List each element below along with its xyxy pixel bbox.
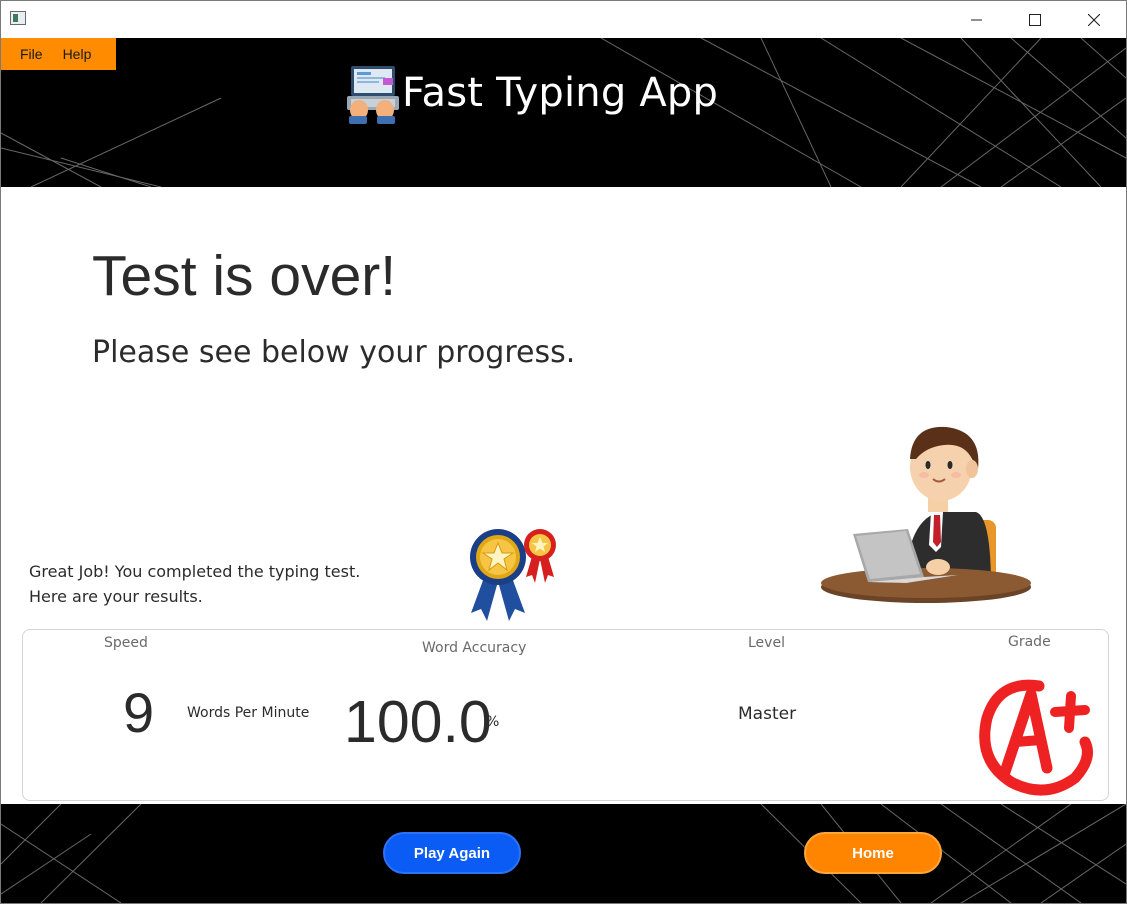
app-window: File Help Fast Typing App Test is over! … [0,0,1127,904]
man-at-laptop-illustration [821,426,1031,603]
close-button[interactable] [1065,1,1123,38]
minimize-icon [971,19,982,20]
speed-value: 9 [123,681,155,744]
level-label: Level [748,635,785,651]
window-app-icon [10,11,26,25]
header-banner: File Help Fast Typing App [1,38,1126,187]
footer-bar: Play Again Home [1,804,1126,903]
minimize-button[interactable] [948,1,1006,38]
title-bar [1,1,1126,38]
menu-file[interactable]: File [1,46,53,62]
menu-help[interactable]: Help [53,46,102,62]
close-icon [1088,13,1100,26]
footer-background-lines [1,804,1126,903]
typing-laptop-icon [347,66,399,124]
congrats-message: Great Job! You completed the typing test… [29,559,360,609]
maximize-icon [1029,13,1041,26]
page-title: Test is over! [92,244,397,308]
results-page: Test is over! Please see below your prog… [1,187,1126,804]
grade-label: Grade [1008,634,1051,650]
award-ribbon-icon [470,529,556,621]
play-again-button[interactable]: Play Again [383,832,521,874]
page-subtitle: Please see below your progress. [92,335,576,370]
menu-bar: File Help [1,38,116,70]
app-title: Fast Typing App [402,70,719,116]
home-button[interactable]: Home [804,832,942,874]
maximize-button[interactable] [1006,1,1064,38]
accuracy-label: Word Accuracy [422,640,527,656]
a-plus-grade-icon [979,679,1093,796]
level-value: Master [738,704,797,724]
congrats-line-2: Here are your results. [29,587,203,606]
speed-unit: Words Per Minute [187,705,310,721]
accuracy-value: 100.0 [344,689,492,755]
congrats-line-1: Great Job! You completed the typing test… [29,562,361,581]
speed-label: Speed [104,635,148,651]
accuracy-unit: % [486,714,500,730]
results-card: Speed 9 Words Per Minute Word Accuracy 1… [22,629,1109,801]
